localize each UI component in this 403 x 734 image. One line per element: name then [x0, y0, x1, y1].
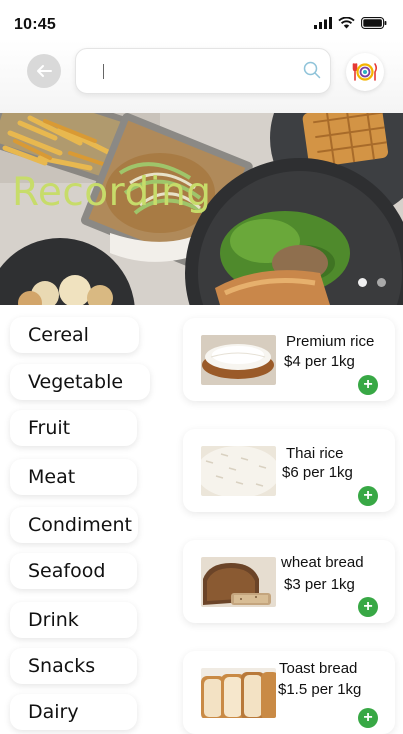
thai-rice-photo	[201, 446, 276, 496]
product-image	[201, 557, 276, 607]
category-vegetable[interactable]: Vegetable	[10, 364, 150, 400]
app-logo[interactable]	[346, 53, 384, 91]
status-bar: 10:45	[0, 0, 403, 44]
category-label: Dairy	[28, 701, 79, 723]
product-price: $4 per 1kg	[284, 353, 355, 370]
status-time: 10:45	[14, 16, 56, 33]
category-seafood[interactable]: Seafood	[10, 553, 137, 589]
category-label: Condiment	[28, 514, 132, 536]
product-image	[201, 668, 276, 718]
add-to-cart-button[interactable]: +	[358, 597, 378, 617]
product-price: $6 per 1kg	[282, 464, 353, 481]
category-snacks[interactable]: Snacks	[10, 648, 137, 684]
banner-carousel[interactable]: Recording	[0, 113, 403, 305]
status-icons	[314, 17, 387, 29]
category-label: Snacks	[28, 655, 96, 677]
product-name: wheat bread	[281, 554, 364, 571]
add-to-cart-button[interactable]: +	[358, 708, 378, 728]
product-card-wheat-bread[interactable]: wheat bread $3 per 1kg +	[183, 540, 395, 623]
back-button[interactable]	[27, 54, 61, 88]
carousel-dot[interactable]	[377, 278, 386, 287]
product-card-thai-rice[interactable]: Thai rice $6 per 1kg +	[183, 429, 395, 512]
signal-icon	[314, 17, 332, 29]
category-label: Meat	[28, 466, 76, 488]
product-name: Thai rice	[286, 445, 344, 462]
search-icon[interactable]	[303, 61, 321, 79]
search-input[interactable]	[92, 58, 296, 86]
category-condiment[interactable]: Condiment	[10, 507, 138, 543]
wheat-bread-photo	[201, 557, 276, 607]
category-label: Cereal	[28, 324, 89, 346]
rice-bowl-photo	[201, 335, 276, 385]
carousel-dot-active[interactable]	[358, 278, 367, 287]
category-meat[interactable]: Meat	[10, 459, 137, 495]
category-label: Seafood	[28, 560, 106, 582]
product-price: $1.5 per 1kg	[278, 681, 362, 698]
plate-cutlery-icon	[352, 63, 378, 81]
text-cursor	[103, 64, 104, 79]
battery-icon	[361, 17, 387, 29]
category-drink[interactable]: Drink	[10, 602, 137, 638]
add-to-cart-button[interactable]: +	[358, 375, 378, 395]
category-label: Drink	[28, 609, 79, 631]
product-card-premium-rice[interactable]: Premium rice $4 per 1kg +	[183, 318, 395, 401]
product-price: $3 per 1kg	[284, 576, 355, 593]
category-fruit[interactable]: Fruit	[10, 410, 137, 446]
add-to-cart-button[interactable]: +	[358, 486, 378, 506]
category-dairy[interactable]: Dairy	[10, 694, 137, 730]
toast-bread-photo	[201, 668, 276, 718]
search-box[interactable]	[75, 48, 331, 94]
product-image	[201, 446, 276, 496]
product-name: Toast bread	[279, 660, 358, 677]
category-cereal[interactable]: Cereal	[10, 317, 139, 353]
arrow-left-icon	[37, 65, 52, 77]
product-image	[201, 335, 276, 385]
wifi-icon	[338, 17, 355, 29]
product-name: Premium rice	[286, 333, 375, 350]
category-label: Vegetable	[28, 371, 124, 393]
banner-title: Recording	[12, 170, 212, 215]
category-label: Fruit	[28, 417, 71, 439]
